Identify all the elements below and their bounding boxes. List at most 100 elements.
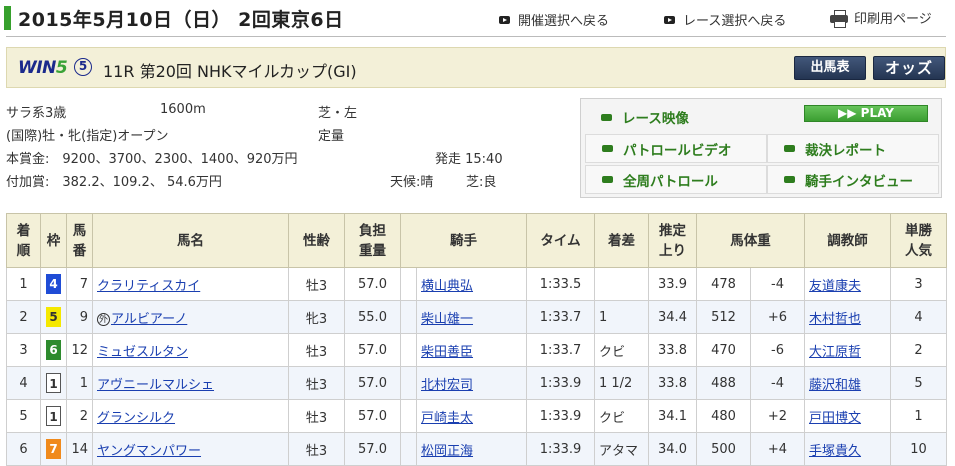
trainer-link[interactable]: 友道康夫 bbox=[809, 279, 861, 294]
added-prize: 付加賞: 382.2、109.2、 54.6万円 bbox=[6, 175, 222, 190]
popularity-cell: 1 bbox=[890, 399, 947, 433]
weight-cell: 57.0 bbox=[344, 366, 401, 400]
jockey-link[interactable]: 柴田善臣 bbox=[421, 345, 473, 360]
print-page-link[interactable]: 印刷用ページ bbox=[830, 8, 932, 28]
last3f-cell: 33.9 bbox=[648, 267, 697, 301]
horse-name-link[interactable]: アヴニールマルシェ bbox=[97, 378, 214, 393]
last3f-cell: 34.1 bbox=[648, 399, 697, 433]
horse-number-cell: 1 bbox=[66, 366, 93, 400]
trainer-link[interactable]: 手塚貴久 bbox=[809, 444, 861, 459]
table-row: 4 1 1 アヴニールマルシェ 牡3 57.0 北村宏司 1:33.9 1 1/2 33.8 488… bbox=[6, 366, 947, 400]
waku-cell: 5 bbox=[40, 300, 67, 334]
time-cell: 1:33.5 bbox=[526, 267, 595, 301]
jockey-spacer-cell bbox=[400, 300, 417, 334]
waku-cell: 4 bbox=[40, 267, 67, 301]
horse-name-link[interactable]: アルビアーノ bbox=[111, 312, 187, 327]
trainer-cell: 手塚貴久 bbox=[804, 432, 891, 466]
jockey-link[interactable]: 戸崎圭太 bbox=[421, 411, 473, 426]
margin-cell: クビ bbox=[594, 333, 649, 367]
jockey-link[interactable]: 横山典弘 bbox=[421, 279, 473, 294]
trainer-cell: 友道康夫 bbox=[804, 267, 891, 301]
back-to-race-label: レース選択へ戻る bbox=[683, 14, 787, 29]
track-condition: 芝:良 bbox=[466, 175, 497, 190]
trainer-link[interactable]: 大江原哲 bbox=[809, 345, 861, 360]
horse-name-cell: ヤングマンパワー bbox=[92, 432, 289, 466]
rank-cell: 1 bbox=[6, 267, 41, 301]
col-trainer: 調教師 bbox=[804, 213, 891, 268]
trainer-link[interactable]: 木村哲也 bbox=[809, 312, 861, 327]
body-weight-diff-cell: -6 bbox=[750, 333, 805, 367]
printer-icon bbox=[830, 10, 848, 28]
waku-cell: 1 bbox=[40, 399, 67, 433]
rank-cell: 6 bbox=[6, 432, 41, 466]
full-patrol-label: 全周パトロール bbox=[623, 173, 718, 190]
patrol-video-link[interactable]: パトロールビデオ bbox=[585, 134, 767, 163]
race-title: 11R 第20回 NHKマイルカップ(GI) bbox=[103, 62, 357, 81]
horse-number-cell: 7 bbox=[66, 267, 93, 301]
margin-cell: アタマ bbox=[594, 432, 649, 466]
col-jockey: 騎手 bbox=[400, 213, 527, 268]
last3f-cell: 33.8 bbox=[648, 333, 697, 367]
horse-name-link[interactable]: ミュゼスルタン bbox=[97, 345, 188, 360]
body-weight-cell: 512 bbox=[696, 300, 751, 334]
jockey-link[interactable]: 柴山雄一 bbox=[421, 312, 473, 327]
margin-cell: 1 1/2 bbox=[594, 366, 649, 400]
horse-name-link[interactable]: クラリティスカイ bbox=[97, 279, 200, 294]
weight-cell: 57.0 bbox=[344, 333, 401, 367]
trainer-cell: 木村哲也 bbox=[804, 300, 891, 334]
sex-age-cell: 牡3 bbox=[288, 432, 345, 466]
video-icon bbox=[602, 176, 613, 183]
race-distance: 1600m bbox=[160, 102, 206, 117]
rank-cell: 2 bbox=[6, 300, 41, 334]
results-body: 1 4 7 クラリティスカイ 牡3 57.0 横山典弘 1:33.5 33.9 478 -4 友道康夫… bbox=[6, 267, 947, 466]
table-row: 6 7 14 ヤングマンパワー 牡3 57.0 松岡正海 1:33.9 アタマ 34.0 500 +4… bbox=[6, 432, 947, 466]
weight-cell: 57.0 bbox=[344, 432, 401, 466]
horse-name-link[interactable]: ヤングマンパワー bbox=[97, 444, 201, 459]
waku-badge: 7 bbox=[46, 439, 61, 459]
horse-name-cell: 外アルビアーノ bbox=[92, 300, 289, 334]
horse-number-cell: 9 bbox=[66, 300, 93, 334]
jockey-cell: 松岡正海 bbox=[416, 432, 527, 466]
odds-button[interactable]: オッズ bbox=[873, 56, 945, 80]
jockey-link[interactable]: 北村宏司 bbox=[421, 378, 473, 393]
weight-cell: 55.0 bbox=[344, 300, 401, 334]
horse-name-link[interactable]: グランシルク bbox=[97, 411, 175, 426]
jockey-spacer-cell bbox=[400, 432, 417, 466]
back-to-race-link[interactable]: レース選択へ戻る bbox=[664, 10, 786, 29]
trainer-link[interactable]: 藤沢和雄 bbox=[809, 378, 861, 393]
time-cell: 1:33.9 bbox=[526, 432, 595, 466]
play-icon: ▶▶ bbox=[838, 106, 861, 120]
judge-report-link[interactable]: 裁決レポート bbox=[767, 134, 939, 163]
jockey-spacer-cell bbox=[400, 333, 417, 367]
last3f-cell: 33.8 bbox=[648, 366, 697, 400]
full-patrol-link[interactable]: 全周パトロール bbox=[585, 165, 767, 194]
jockey-interview-link[interactable]: 騎手インタビュー bbox=[767, 165, 939, 194]
col-horse-name: 馬名 bbox=[92, 213, 289, 268]
play-button[interactable]: ▶▶ PLAY bbox=[804, 105, 928, 122]
arrow-right-icon bbox=[499, 15, 510, 24]
waku-badge: 1 bbox=[46, 373, 61, 393]
jockey-interview-label: 騎手インタビュー bbox=[805, 173, 913, 190]
rank-cell: 3 bbox=[6, 333, 41, 367]
horse-name-cell: クラリティスカイ bbox=[92, 267, 289, 301]
time-cell: 1:33.7 bbox=[526, 300, 595, 334]
jockey-cell: 柴田善臣 bbox=[416, 333, 527, 367]
jockey-spacer-cell bbox=[400, 267, 417, 301]
race-class: サラ系3歳 bbox=[6, 106, 67, 121]
body-weight-cell: 488 bbox=[696, 366, 751, 400]
horse-number-cell: 2 bbox=[66, 399, 93, 433]
jockey-link[interactable]: 松岡正海 bbox=[421, 444, 473, 459]
back-to-meeting-link[interactable]: 開催選択へ戻る bbox=[499, 10, 609, 29]
col-horse-number: 馬 番 bbox=[66, 213, 93, 268]
last3f-cell: 34.4 bbox=[648, 300, 697, 334]
entries-button[interactable]: 出馬表 bbox=[794, 56, 866, 80]
waku-cell: 6 bbox=[40, 333, 67, 367]
popularity-cell: 4 bbox=[890, 300, 947, 334]
start-time: 発走 15:40 bbox=[435, 152, 503, 167]
table-row: 1 4 7 クラリティスカイ 牡3 57.0 横山典弘 1:33.5 33.9 478 -4 友道康夫… bbox=[6, 267, 947, 301]
margin-cell: 1 bbox=[594, 300, 649, 334]
horse-number-cell: 12 bbox=[66, 333, 93, 367]
col-rank: 着 順 bbox=[6, 213, 41, 268]
trainer-link[interactable]: 戸田博文 bbox=[809, 411, 861, 426]
col-time: タイム bbox=[526, 213, 595, 268]
